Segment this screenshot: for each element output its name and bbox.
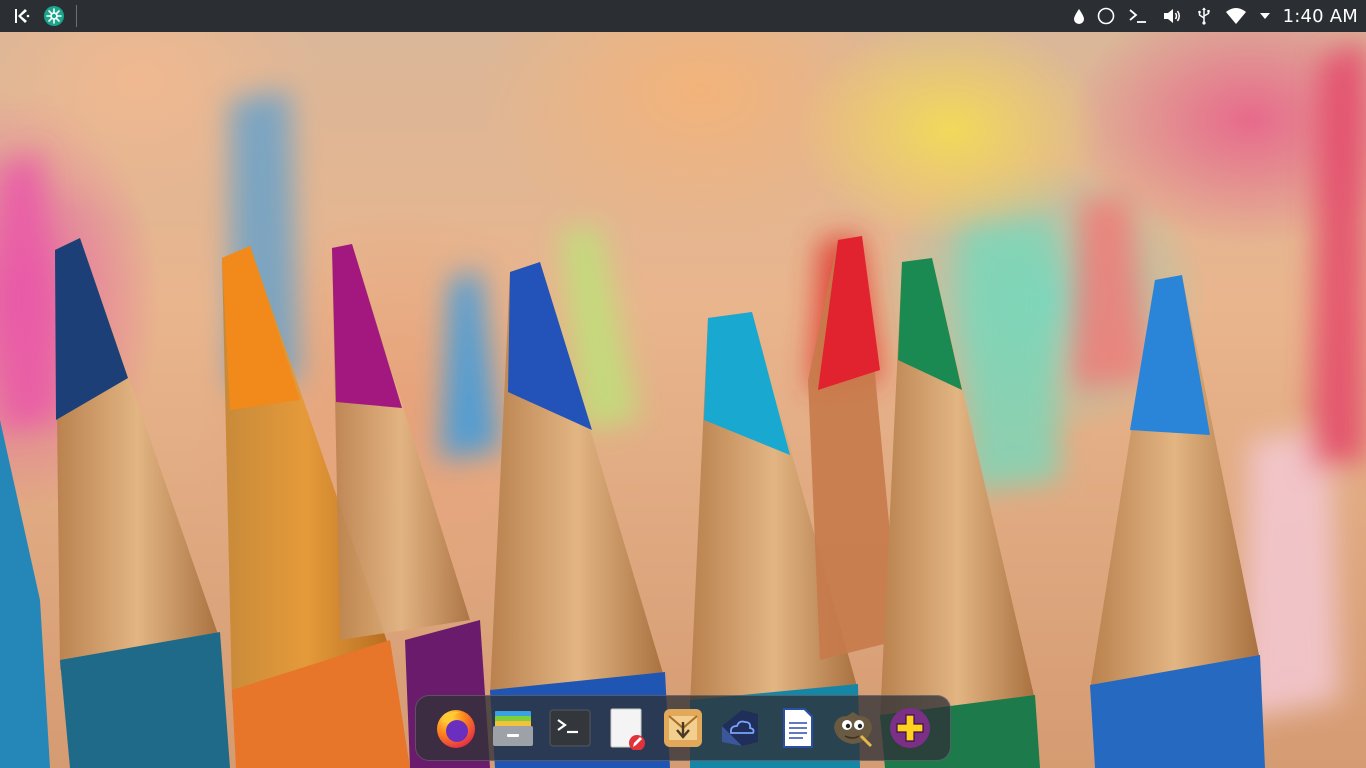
wifi-icon bbox=[1225, 8, 1246, 24]
text-editor-icon bbox=[610, 708, 646, 750]
terminal-prompt-icon bbox=[1129, 9, 1146, 23]
dock-item-cloud-storage[interactable] bbox=[718, 706, 762, 750]
discover-icon bbox=[44, 6, 64, 26]
dock-item-text-editor[interactable] bbox=[604, 706, 648, 750]
top-panel: 1:40 AM bbox=[0, 0, 1366, 32]
dock bbox=[415, 695, 951, 761]
document-icon bbox=[782, 708, 813, 748]
dock-item-file-manager[interactable] bbox=[491, 706, 535, 750]
network-tray[interactable] bbox=[1219, 0, 1253, 32]
discover-button[interactable] bbox=[38, 0, 70, 32]
speaker-icon bbox=[1163, 9, 1180, 23]
pencils-illustration bbox=[0, 40, 1366, 768]
plus-icon bbox=[890, 708, 930, 748]
panel-left-group bbox=[0, 0, 77, 32]
system-tray: 1:40 AM bbox=[1067, 0, 1366, 32]
droplet-icon bbox=[1073, 9, 1084, 24]
terminal-icon bbox=[549, 709, 590, 747]
dock-item-downloader[interactable] bbox=[661, 706, 705, 750]
firefox-icon bbox=[437, 710, 475, 748]
dock-item-terminal[interactable] bbox=[548, 706, 592, 750]
dock-item-writer[interactable] bbox=[775, 706, 819, 750]
usb-devices-tray[interactable] bbox=[1189, 0, 1219, 32]
download-manager-icon bbox=[664, 709, 702, 747]
volume-tray[interactable] bbox=[1155, 0, 1189, 32]
panel-separator bbox=[76, 5, 77, 27]
konsole-tray[interactable] bbox=[1121, 0, 1155, 32]
application-launcher-button[interactable] bbox=[6, 0, 38, 32]
cloud-icon bbox=[721, 710, 758, 746]
color-picker-tray[interactable] bbox=[1067, 0, 1091, 32]
digital-clock[interactable]: 1:40 AM bbox=[1283, 6, 1358, 27]
usb-icon bbox=[1197, 7, 1210, 25]
dock-item-firefox[interactable] bbox=[434, 706, 478, 750]
dock-item-gimp[interactable] bbox=[831, 706, 875, 750]
desktop-wallpaper bbox=[0, 0, 1366, 768]
activity-tray[interactable] bbox=[1091, 0, 1121, 32]
triangle-down-icon bbox=[1259, 13, 1270, 19]
gimp-icon bbox=[834, 712, 873, 748]
tray-expand-button[interactable] bbox=[1253, 0, 1277, 32]
pencil-navy bbox=[55, 238, 230, 768]
kde-logo-icon bbox=[15, 9, 30, 23]
dock-item-package-installer[interactable] bbox=[888, 706, 932, 750]
circle-icon bbox=[1097, 7, 1114, 25]
file-manager-icon bbox=[492, 711, 533, 746]
